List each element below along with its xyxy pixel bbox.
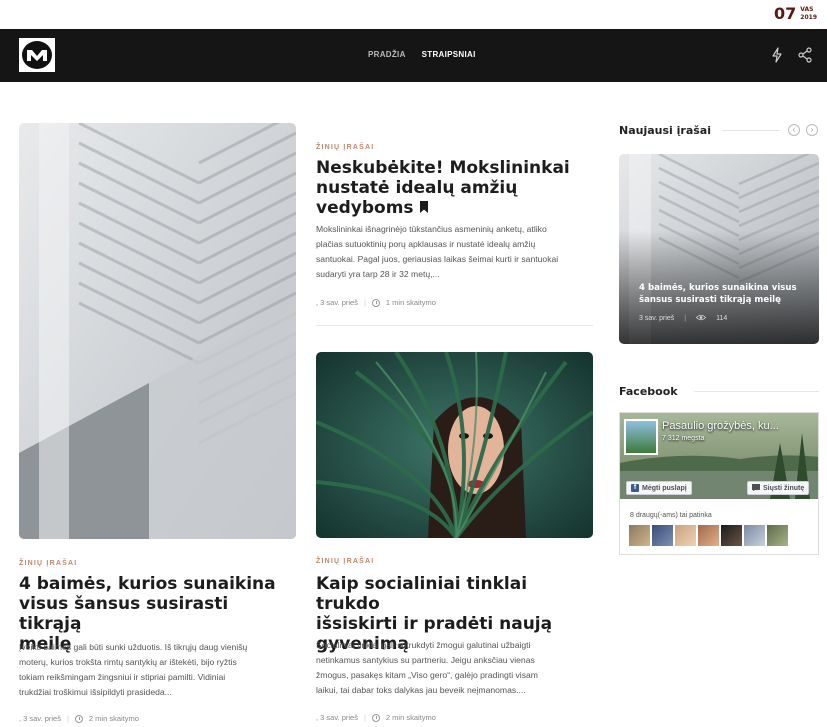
friend-avatar[interactable]: [652, 525, 673, 546]
friend-avatar[interactable]: [629, 525, 650, 546]
featured-post-image[interactable]: [19, 123, 296, 539]
reading-time: 1 min skaitymo: [385, 298, 436, 307]
clock-icon: [371, 298, 380, 307]
bookmark-icon: [419, 198, 429, 218]
main-header: PRADŽIA STRAIPSNIAI: [0, 29, 827, 82]
divider: [316, 325, 593, 326]
post-meta: , 3 sav. prieš | 2 min skaitymo: [316, 713, 436, 722]
main-nav: PRADŽIA STRAIPSNIAI: [368, 50, 476, 59]
friend-avatar[interactable]: [744, 525, 765, 546]
reading-time: 2 min skaitymo: [88, 714, 139, 723]
post-category[interactable]: ŽINIŲ ĮRAŠAI: [316, 558, 374, 565]
message-icon: [752, 483, 760, 493]
heading-line: [722, 130, 780, 131]
prev-arrow-button[interactable]: ‹: [788, 124, 800, 136]
facebook-page-avatar[interactable]: [624, 419, 658, 455]
logo-mark: [22, 41, 52, 69]
top-bar: 07 VAS 2019: [0, 0, 827, 29]
facebook-friends-text: 8 draugų(-ams) tai patinka: [630, 512, 712, 519]
eye-icon: [696, 314, 707, 323]
clock-icon: [371, 713, 380, 722]
date-month: VAS: [800, 5, 814, 13]
next-arrow-button[interactable]: ›: [806, 124, 818, 136]
post-meta: , 3 sav. prieš | 1 min skaitymo: [316, 298, 436, 307]
post-time: , 3 sav. prieš: [19, 714, 61, 723]
date-year: 2019: [800, 13, 817, 21]
latest-post-title[interactable]: 4 baimės, kurios sunaikina visus šansus …: [639, 282, 804, 306]
friend-avatar[interactable]: [767, 525, 788, 546]
post-title[interactable]: Neskubėkite! Mokslininkai nustatė idealų…: [316, 158, 591, 218]
post-time: , 3 sav. prieš: [316, 298, 358, 307]
date-display: 07 VAS 2019: [774, 4, 817, 23]
nav-link-articles[interactable]: STRAIPSNIAI: [422, 50, 476, 59]
post-excerpt: Socialiniai tinklai gali sutrukdyti žmog…: [316, 640, 538, 695]
featured-post-excerpt: Įveikti baimes gali būti sunki užduotis.…: [19, 642, 248, 697]
heading-line: [694, 391, 819, 392]
facebook-page-name[interactable]: Pasaulio grožybės, ku...: [662, 420, 779, 432]
latest-posts-heading: Naujausi įrašai: [619, 124, 711, 137]
featured-post-meta: , 3 sav. prieš | 2 min skaitymo: [19, 714, 139, 723]
friend-avatar[interactable]: [721, 525, 742, 546]
date-day: 07: [774, 4, 797, 23]
facebook-followers: 7 312 mėgsta: [662, 435, 705, 442]
facebook-message-button[interactable]: Siųsti žinutę: [747, 481, 810, 495]
post-category[interactable]: ŽINIŲ ĮRAŠAI: [19, 560, 77, 567]
post-image[interactable]: [316, 352, 593, 538]
post-excerpt: Mokslininkai išnagrinėjo tūkstančius asm…: [316, 224, 559, 279]
latest-post-meta: 3 sav. prieš | 114: [639, 314, 728, 323]
site-logo[interactable]: [19, 38, 55, 72]
post-time: 3 sav. prieš: [639, 315, 675, 322]
facebook-widget: Pasaulio grožybės, ku... 7 312 mėgsta f …: [619, 412, 819, 555]
clock-icon: [74, 714, 83, 723]
facebook-like-button[interactable]: f Mėgti puslapį: [626, 481, 692, 495]
facebook-cover[interactable]: Pasaulio grožybės, ku... 7 312 mėgsta f …: [620, 413, 818, 499]
view-count: 114: [716, 315, 728, 322]
facebook-icon: f: [631, 484, 639, 492]
post-time: , 3 sav. prieš: [316, 713, 358, 722]
post-category[interactable]: ŽINIŲ ĮRAŠAI: [316, 144, 374, 151]
facebook-heading: Facebook: [619, 385, 678, 398]
latest-post-card[interactable]: 4 baimės, kurios sunaikina visus šansus …: [619, 154, 819, 344]
lightning-icon[interactable]: [768, 46, 786, 64]
facebook-friends-faces: [629, 525, 788, 546]
reading-time: 2 min skaitymo: [385, 713, 436, 722]
nav-link-home[interactable]: PRADŽIA: [368, 50, 406, 59]
friend-avatar[interactable]: [698, 525, 719, 546]
share-icon[interactable]: [796, 46, 814, 64]
friend-avatar[interactable]: [675, 525, 696, 546]
